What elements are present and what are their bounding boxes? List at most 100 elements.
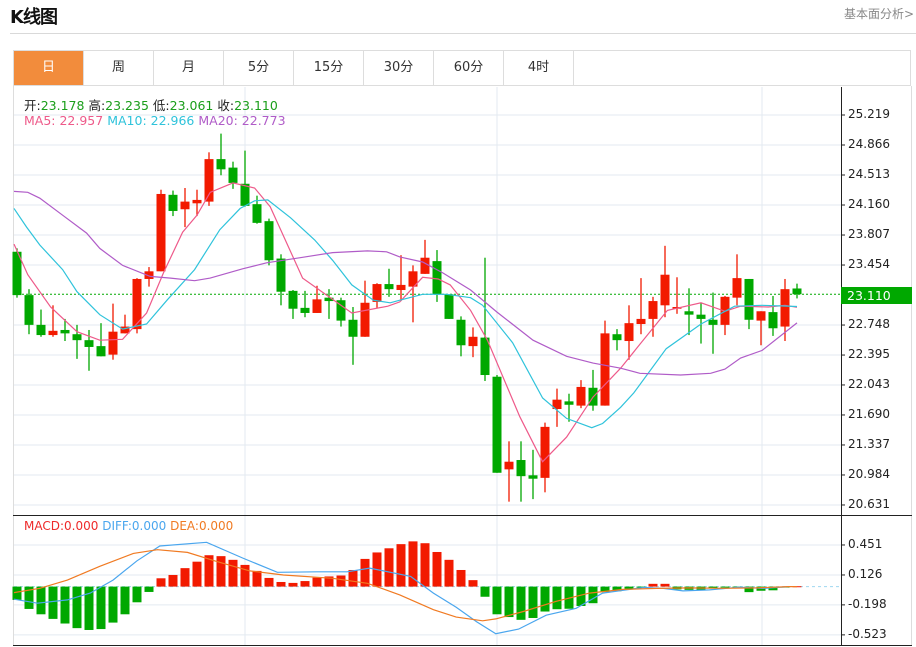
macd-bar: [720, 586, 730, 588]
candle-down: [60, 329, 70, 334]
price-tick-label: 24.866: [848, 137, 890, 151]
candle-up: [624, 323, 634, 342]
macd-bar: [180, 568, 190, 587]
price-tick-label: 22.043: [848, 376, 890, 391]
macd-bar: [648, 583, 658, 587]
macd-bar: [72, 586, 82, 629]
price-tick-label: 24.513: [848, 167, 890, 181]
candle-up: [636, 318, 646, 325]
macd-bar: [288, 582, 298, 587]
candle-up: [180, 201, 190, 210]
candle-down: [168, 194, 178, 211]
macd-tick-label: -0.523: [848, 626, 887, 641]
candle-up: [732, 278, 742, 298]
candle-up: [576, 386, 586, 406]
candle-down: [516, 460, 526, 477]
candle-up: [108, 331, 118, 355]
ma5-legend: MA5: 22.957: [24, 113, 104, 128]
macd-bar: [48, 586, 58, 619]
ma5-line: [13, 182, 798, 463]
high-value: 23.235: [105, 98, 149, 113]
macd-bar: [216, 556, 226, 587]
price-tick-label: 21.337: [848, 436, 890, 451]
macd-bar: [312, 577, 322, 587]
dea-legend-value: DEA:0.000: [170, 519, 234, 533]
candle-down: [708, 319, 718, 325]
macd-bar: [456, 569, 466, 587]
candle-up: [756, 311, 766, 321]
macd-tick-label: 0.451: [848, 536, 883, 551]
macd-bar: [432, 551, 442, 587]
candle-down: [300, 307, 310, 313]
candle-up: [648, 301, 658, 319]
price-tick-label: 20.631: [848, 496, 890, 511]
macd-bar: [300, 581, 310, 587]
macd-bar: [396, 544, 406, 587]
macd-bar: [444, 559, 454, 587]
macd-bar: [384, 548, 394, 587]
macd-bar: [420, 543, 430, 587]
candle-down: [348, 319, 358, 337]
candle-up: [780, 289, 790, 327]
current-price-tag: 23.110: [841, 287, 912, 304]
candle-down: [228, 167, 238, 183]
price-tick-label: 22.748: [848, 317, 890, 332]
candle-down: [384, 284, 394, 290]
macd-bar: [120, 586, 130, 615]
candle-up: [660, 274, 670, 306]
candle-down: [612, 334, 622, 341]
candle-up: [192, 199, 202, 204]
macd-legend: MACD:0.000 DIFF:0.000 DEA:0.000: [24, 519, 233, 533]
candle-down: [432, 261, 442, 295]
open-value: 23.178: [40, 98, 85, 113]
price-tick-label: 20.984: [848, 466, 890, 481]
price-tick-label: 23.807: [848, 227, 890, 242]
candle-up: [396, 284, 406, 291]
macd-bar: [12, 586, 22, 600]
macd-bar: [60, 586, 70, 624]
candle-down: [72, 334, 82, 341]
candle-up: [156, 193, 166, 272]
candle-up: [360, 302, 370, 337]
candle-up: [312, 299, 322, 313]
ma-legend: MA5: 22.957 MA10: 22.966 MA20: 22.773: [24, 113, 286, 128]
macd-bar: [336, 575, 346, 587]
candle-down: [276, 258, 286, 292]
macd-bar: [348, 569, 358, 587]
candle-up: [132, 278, 142, 330]
candle-up: [468, 336, 478, 347]
ma20-line: [13, 190, 798, 376]
macd-bar: [552, 586, 562, 610]
open-label: 开:: [24, 98, 41, 113]
candle-down: [792, 288, 802, 295]
candle-down: [456, 319, 466, 346]
candle-down: [744, 278, 754, 320]
macd-tick-label: -0.198: [848, 596, 887, 611]
close-label: 收:: [217, 98, 235, 113]
candle-down: [528, 475, 538, 479]
macd-bar: [156, 578, 166, 587]
diff-legend-value: DIFF:0.000: [102, 519, 167, 533]
macd-legend-value: MACD:0.000: [24, 519, 99, 533]
price-tick-label: 23.454: [848, 257, 890, 272]
candle-up: [540, 426, 550, 478]
candle-up: [420, 257, 430, 274]
macd-bar: [480, 586, 490, 597]
candle-up: [48, 330, 58, 336]
macd-bar: [144, 586, 154, 592]
macd-bar: [504, 586, 514, 618]
candle-down: [36, 324, 46, 336]
price-tick-label: 24.160: [848, 197, 890, 211]
low-label: 低:: [152, 98, 170, 113]
macd-bar: [528, 586, 538, 618]
macd-bar: [264, 577, 274, 587]
candle-down: [288, 290, 298, 309]
macd-bar: [660, 583, 670, 587]
candle-down: [264, 221, 274, 261]
candle-down: [696, 314, 706, 319]
macd-bar: [252, 570, 262, 587]
macd-bar: [276, 581, 286, 587]
macd-bar: [492, 586, 502, 615]
ma10-line: [13, 199, 798, 429]
macd-bar: [96, 586, 106, 630]
